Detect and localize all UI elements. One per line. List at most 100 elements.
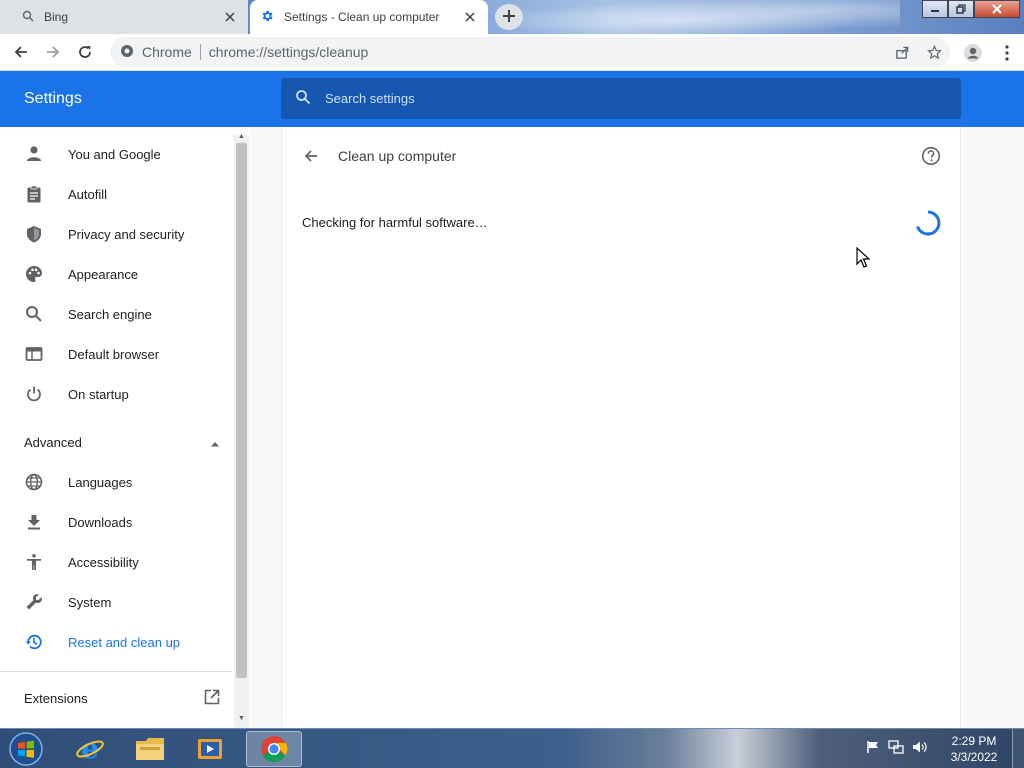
- search-settings-box[interactable]: [281, 78, 961, 119]
- sidebar-item-label: Search engine: [68, 306, 152, 322]
- search-icon: [24, 304, 44, 324]
- sidebar-scrollbar-thumb[interactable]: [236, 143, 247, 678]
- taskbar-chrome[interactable]: [246, 731, 302, 767]
- sidebar-item-label: Languages: [68, 474, 133, 490]
- cleanup-card: Clean up computer Checking for harmful s…: [281, 127, 961, 728]
- shield-icon: [24, 224, 44, 244]
- globe-icon: [24, 472, 44, 492]
- sidebar-item-you-and-google[interactable]: You and Google: [0, 134, 232, 174]
- sidebar-item-search-engine[interactable]: Search engine: [0, 294, 232, 334]
- sidebar-item-label: Reset and clean up: [68, 634, 181, 650]
- sidebar-item-label: Default browser: [68, 346, 160, 362]
- power-icon: [24, 384, 44, 404]
- taskbar: e 2:29 PM 3/3/2022: [0, 728, 1024, 768]
- start-button[interactable]: [6, 731, 46, 767]
- browser-window-icon: [24, 344, 44, 364]
- restore-button[interactable]: [948, 0, 974, 18]
- search-icon: [22, 10, 34, 25]
- address-bar[interactable]: Chrome chrome://settings/cleanup: [110, 37, 950, 67]
- system-tray: [866, 735, 936, 761]
- close-icon[interactable]: [462, 9, 478, 25]
- settings-header: Settings: [0, 71, 1024, 127]
- media-player-icon: [198, 739, 222, 759]
- sidebar-item-label: Accessibility: [68, 554, 139, 570]
- page-title: Settings: [24, 90, 82, 107]
- profile-avatar-icon[interactable]: [956, 43, 990, 63]
- star-icon[interactable]: [918, 44, 950, 60]
- sidebar-item-downloads[interactable]: Downloads: [0, 502, 232, 542]
- omnibox-separator: [199, 44, 201, 60]
- sidebar-item-languages[interactable]: Languages: [0, 462, 232, 502]
- sidebar-item-extensions[interactable]: Extensions: [24, 689, 220, 708]
- close-window-button[interactable]: [974, 0, 1020, 18]
- extensions-label: Extensions: [24, 691, 88, 706]
- internet-explorer-icon: e: [76, 734, 104, 764]
- sidebar-item-appearance[interactable]: Appearance: [0, 254, 232, 294]
- taskbar-clock[interactable]: 2:29 PM 3/3/2022: [940, 733, 1008, 765]
- section-title: Clean up computer: [338, 148, 457, 164]
- tab-strip: Bing Settings - Clean up computer: [0, 0, 1024, 34]
- plus-icon: [502, 9, 516, 26]
- new-tab-button[interactable]: [495, 4, 523, 30]
- sidebar-divider: [0, 671, 232, 672]
- arrow-left-icon: [304, 150, 317, 162]
- chrome-icon: [261, 736, 288, 763]
- search-input[interactable]: [325, 91, 925, 106]
- sidebar-item-label: Autofill: [68, 186, 108, 202]
- tab-bing[interactable]: Bing: [0, 0, 248, 34]
- sidebar-item-label: System: [68, 594, 112, 610]
- arrow-left-icon: [14, 46, 27, 58]
- browser-toolbar: Chrome chrome://settings/cleanup: [0, 34, 1024, 71]
- sidebar-item-on-startup[interactable]: On startup: [0, 374, 232, 414]
- palette-icon: [24, 264, 44, 284]
- taskbar-file-explorer[interactable]: [122, 731, 178, 767]
- volume-icon[interactable]: [912, 740, 928, 757]
- clipboard-icon: [24, 184, 44, 204]
- reload-button[interactable]: [70, 37, 100, 67]
- back-button[interactable]: [6, 37, 36, 67]
- sidebar-item-system[interactable]: System: [0, 582, 232, 622]
- taskbar-media-player[interactable]: [182, 731, 238, 767]
- sidebar-item-label: On startup: [68, 386, 129, 402]
- share-icon[interactable]: [886, 45, 918, 60]
- tab-title: Settings - Clean up computer: [284, 10, 440, 24]
- sidebar-advanced-toggle[interactable]: Advanced: [24, 435, 220, 450]
- tab-settings[interactable]: Settings - Clean up computer: [250, 0, 488, 34]
- sidebar-item-label: You and Google: [68, 146, 161, 162]
- gear-icon: [260, 9, 274, 26]
- scan-status-text: Checking for harmful software…: [302, 215, 488, 230]
- file-explorer-icon: [136, 738, 164, 760]
- sidebar-item-autofill[interactable]: Autofill: [0, 174, 232, 214]
- omnibox-actions: [886, 37, 950, 67]
- sidebar-item-default-browser[interactable]: Default browser: [0, 334, 232, 374]
- toolbar-actions: [956, 34, 1024, 71]
- svg-text:e: e: [81, 734, 99, 764]
- close-icon[interactable]: [222, 9, 238, 25]
- back-arrow-button[interactable]: [300, 145, 322, 167]
- url-text[interactable]: chrome://settings/cleanup: [209, 44, 369, 60]
- windows-logo-icon: [9, 732, 43, 766]
- sidebar-item-label: Appearance: [68, 266, 139, 282]
- loading-spinner-icon: [916, 210, 941, 236]
- flag-icon[interactable]: [866, 740, 880, 757]
- search-icon: [295, 89, 311, 108]
- help-icon[interactable]: [920, 145, 942, 167]
- taskbar-internet-explorer[interactable]: e: [62, 731, 118, 767]
- scroll-up-arrow-icon[interactable]: ▲: [236, 132, 247, 140]
- show-desktop-button[interactable]: [1012, 729, 1024, 768]
- history-icon: [24, 632, 44, 652]
- sidebar-item-privacy-and-security[interactable]: Privacy and security: [0, 214, 232, 254]
- sidebar-item-reset-and-clean-up[interactable]: Reset and clean up: [0, 622, 232, 662]
- arrow-right-icon: [47, 46, 60, 58]
- site-label: Chrome: [142, 44, 192, 60]
- mouse-cursor-icon: [856, 247, 871, 268]
- tab-title: Bing: [44, 10, 69, 24]
- scroll-down-arrow-icon[interactable]: ▼: [236, 714, 247, 722]
- open-in-new-icon: [204, 689, 220, 708]
- more-vert-icon[interactable]: [990, 44, 1024, 61]
- minimize-button[interactable]: [922, 0, 948, 18]
- chrome-site-icon: [120, 44, 134, 61]
- network-icon[interactable]: [888, 739, 904, 757]
- forward-button[interactable]: [38, 37, 68, 67]
- sidebar-item-accessibility[interactable]: Accessibility: [0, 542, 232, 582]
